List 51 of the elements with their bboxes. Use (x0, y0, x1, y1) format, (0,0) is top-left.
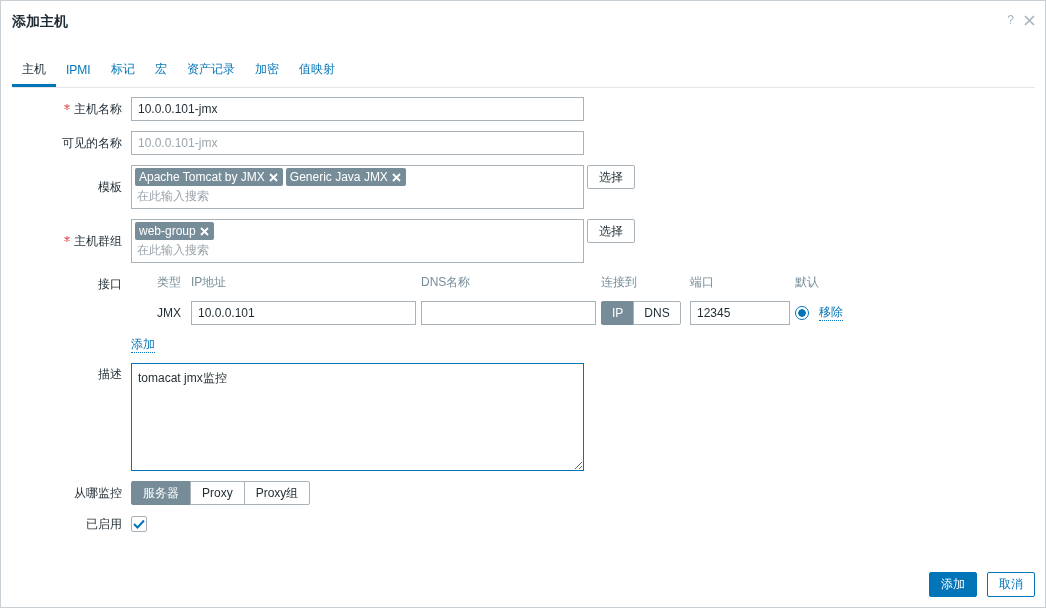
column-header: DNS名称 (421, 274, 472, 291)
ip-address-field[interactable]: 10.0.0.101 (191, 301, 416, 325)
interface-type: JMX (157, 306, 182, 320)
remove-icon[interactable] (391, 172, 401, 182)
remove-link[interactable]: 移除 (819, 305, 843, 321)
column-header: 连接到 (601, 274, 638, 291)
enabled-checkbox[interactable] (131, 516, 147, 532)
add-button[interactable]: 添加 (929, 572, 977, 597)
visible-name-field[interactable]: 10.0.0.101-jmx (131, 131, 584, 155)
tab[interactable]: 加密 (244, 54, 289, 87)
multiselect-field[interactable]: web-group 在此输入搜索 (131, 219, 584, 263)
column-header: IP地址 (191, 274, 228, 291)
select-button[interactable]: 选择 (587, 165, 635, 189)
field-label: 接口 (97, 276, 122, 293)
connect-toggle[interactable]: DNS (633, 301, 681, 325)
field-label: 主机群组 (74, 234, 122, 248)
tab[interactable]: 主机 (12, 54, 56, 87)
connect-toggle[interactable]: IP (601, 301, 635, 325)
column-header: 默认 (795, 274, 820, 291)
remove-icon[interactable] (199, 226, 209, 236)
select-button[interactable]: 选择 (587, 219, 635, 243)
field-label: 主机名称 (74, 102, 122, 116)
close-icon[interactable] (1024, 14, 1035, 26)
tag-label: Apache Tomcat by JMX (139, 170, 265, 184)
column-header: 端口 (690, 274, 715, 291)
cancel-button[interactable]: 取消 (987, 572, 1035, 597)
remove-icon[interactable] (268, 172, 278, 182)
field-label: 模板 (98, 180, 122, 194)
field-label: 描述 (97, 366, 122, 383)
tab[interactable]: 宏 (144, 54, 177, 87)
description-field[interactable]: tomacat jmx监控 (131, 363, 584, 471)
column-header: 类型 (157, 274, 182, 291)
tab[interactable]: 值映射 (288, 54, 345, 87)
dialog-title: 添加主机 (12, 13, 68, 31)
field-label: 可见的名称 (62, 136, 122, 150)
port-field[interactable]: 12345 (690, 301, 790, 325)
tab[interactable]: 资产记录 (176, 54, 245, 87)
default-radio[interactable] (795, 306, 809, 320)
tab[interactable]: 标记 (100, 54, 145, 87)
add-interface-link[interactable]: 添加 (131, 337, 155, 353)
dns-name-field[interactable] (421, 301, 596, 325)
monitored-by-option[interactable]: Proxy (190, 481, 245, 505)
field-label: 已启用 (85, 516, 122, 533)
tag-label: web-group (139, 224, 196, 238)
monitored-by-option[interactable]: Proxy组 (243, 481, 311, 505)
multiselect-field[interactable]: Apache Tomcat by JMX Generic Java JMX 在此输入搜索 (131, 165, 584, 209)
monitored-by-option[interactable]: 服务器 (131, 481, 191, 505)
tag-label: Generic Java JMX (289, 170, 388, 184)
field-label: 从哪监控 (73, 485, 122, 502)
tab[interactable]: IPMI (56, 54, 101, 87)
host-name-field[interactable]: 10.0.0.101-jmx (131, 97, 584, 121)
